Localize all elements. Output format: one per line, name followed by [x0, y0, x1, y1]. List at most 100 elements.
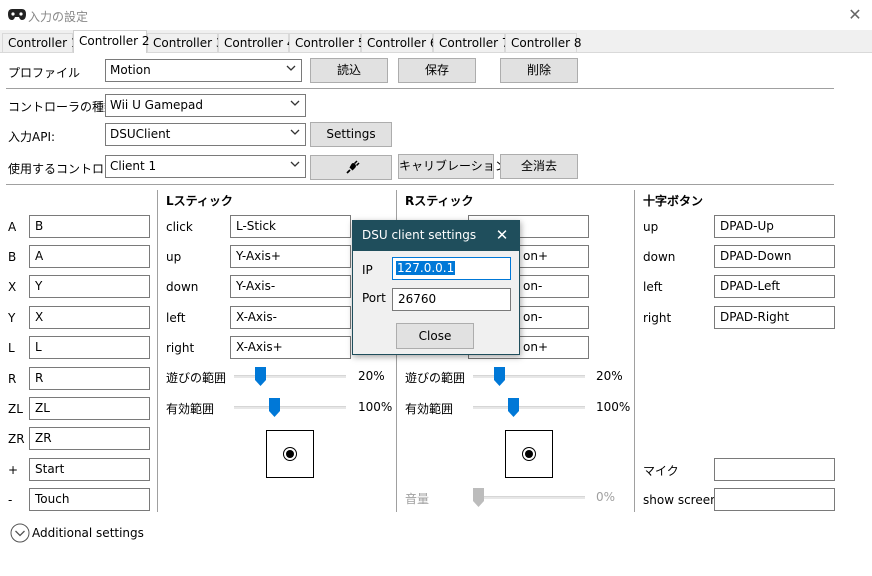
lstick-range-slider[interactable] [234, 398, 346, 417]
slider-thumb[interactable] [269, 398, 280, 417]
chevron-down-icon [290, 100, 300, 106]
rstick-range-value: 100% [596, 400, 631, 414]
ip-input[interactable]: 127.0.0.1 [392, 257, 511, 280]
stick-position-dot [286, 450, 294, 458]
lstick-mapping-field[interactable]: Y-Axis- [230, 275, 351, 298]
additional-settings-label[interactable]: Additional settings [32, 526, 144, 540]
lstick-deadzone-value: 20% [358, 369, 385, 383]
api-settings-button[interactable]: Settings [310, 122, 392, 147]
tab-controller-4[interactable]: Controller 4 [218, 33, 294, 52]
gamepad-icon [8, 9, 26, 20]
tab-controller-1[interactable]: Controller 1 [2, 33, 78, 52]
rstick-range-label: 有効範囲 [405, 402, 454, 416]
chevron-down-icon [290, 129, 300, 135]
dpad-mapping-field[interactable]: DPAD-Down [714, 245, 835, 268]
lstick-mapping-field[interactable]: Y-Axis+ [230, 245, 351, 268]
button-key-label: X [8, 280, 17, 294]
load-profile-button[interactable]: 読込 [310, 58, 388, 83]
clear-all-button[interactable]: 全消去 [500, 154, 578, 179]
button-mapping-field[interactable]: ZR [29, 427, 150, 450]
api-select[interactable]: DSUClient [105, 123, 306, 146]
button-mapping-field[interactable]: Y [29, 275, 150, 298]
button-key-label: A [8, 220, 17, 234]
port-input[interactable]: 26760 [392, 288, 511, 311]
dpad-key-label: right [643, 311, 672, 325]
button-mapping-field[interactable]: L [29, 336, 150, 359]
dpad-mapping-field[interactable]: DPAD-Right [714, 306, 835, 329]
button-key-label: ZR [8, 432, 25, 446]
chevron-down-icon [290, 161, 300, 167]
volume-slider[interactable] [473, 488, 585, 507]
divider [157, 190, 158, 512]
title-bar: 入力の設定 ✕ [0, 0, 872, 30]
button-key-label: R [8, 372, 17, 386]
divider [6, 88, 834, 89]
rstick-deadzone-preview [505, 430, 553, 478]
tab-controller-7[interactable]: Controller 7 [433, 33, 509, 52]
button-key-label: ZL [8, 402, 23, 416]
button-mapping-field[interactable]: ZL [29, 397, 150, 420]
tab-controller-3[interactable]: Controller 3 [147, 33, 223, 52]
button-key-label: Y [8, 311, 16, 325]
show-screen-label: show screen [643, 493, 718, 507]
dpad-key-label: up [643, 220, 659, 234]
dialog-close-button[interactable]: Close [396, 323, 474, 349]
stick-position-dot [525, 450, 533, 458]
window-close-icon[interactable]: ✕ [844, 5, 866, 25]
dpad-key-label: down [643, 250, 676, 264]
dialog-close-icon[interactable]: ✕ [494, 227, 510, 243]
lstick-key-label: click [166, 220, 193, 234]
delete-profile-button[interactable]: 削除 [500, 58, 578, 83]
slider-thumb[interactable] [508, 398, 519, 417]
slider-thumb[interactable] [473, 488, 484, 507]
button-key-label: - [8, 493, 13, 507]
tab-controller-5[interactable]: Controller 5 [289, 33, 365, 52]
lstick-deadzone-preview [266, 430, 314, 478]
rstick-deadzone-value: 20% [596, 369, 623, 383]
button-mapping-field[interactable]: Start [29, 458, 150, 481]
plug-icon [346, 160, 360, 174]
lstick-mapping-field[interactable]: L-Stick [230, 215, 351, 238]
dpad-mapping-field[interactable]: DPAD-Up [714, 215, 835, 238]
calibration-button[interactable]: キャリブレーション [398, 154, 507, 179]
controller-type-value: Wii U Gamepad [110, 98, 203, 112]
save-profile-button[interactable]: 保存 [398, 58, 476, 83]
controller-type-label: コントローラの種類 [8, 100, 117, 114]
lstick-mapping-field[interactable]: X-Axis- [230, 306, 351, 329]
show-screen-mapping-field[interactable] [714, 488, 835, 511]
controller-tabs: Controller 1 Controller 2 Controller 3 C… [0, 30, 872, 53]
tab-controller-8[interactable]: Controller 8 [505, 33, 581, 52]
chevron-down-icon [286, 65, 296, 71]
chevron-down-circle-icon[interactable] [10, 523, 30, 543]
mic-mapping-field[interactable] [714, 458, 835, 481]
slider-thumb[interactable] [494, 367, 505, 386]
slider-thumb[interactable] [255, 367, 266, 386]
controller-type-select[interactable]: Wii U Gamepad [105, 94, 306, 117]
api-value: DSUClient [110, 127, 171, 141]
button-mapping-field[interactable]: A [29, 245, 150, 268]
divider [634, 190, 635, 512]
lstick-mapping-field[interactable]: X-Axis+ [230, 336, 351, 359]
connect-button[interactable] [310, 155, 392, 180]
port-label: Port [362, 291, 386, 305]
dpad-mapping-field[interactable]: DPAD-Left [714, 275, 835, 298]
window-title: 入力の設定 [28, 10, 89, 24]
button-mapping-field[interactable]: X [29, 306, 150, 329]
button-mapping-field[interactable]: R [29, 367, 150, 390]
use-controller-select[interactable]: Client 1 [105, 155, 306, 178]
tab-controller-2[interactable]: Controller 2 [73, 30, 149, 53]
rstick-range-slider[interactable] [473, 398, 585, 417]
lstick-title: Lスティック [166, 194, 233, 208]
button-mapping-field[interactable]: B [29, 215, 150, 238]
tab-controller-6[interactable]: Controller 6 [361, 33, 437, 52]
button-key-label: L [8, 341, 15, 355]
volume-value: 0% [596, 490, 616, 504]
button-mapping-field[interactable]: Touch [29, 488, 150, 511]
lstick-deadzone-slider[interactable] [234, 367, 346, 386]
lstick-key-label: right [166, 341, 195, 355]
profile-select[interactable]: Motion [105, 59, 302, 82]
volume-label: 音量 [405, 492, 430, 506]
button-key-label: B [8, 250, 17, 264]
rstick-deadzone-slider[interactable] [473, 367, 585, 386]
profile-label: プロファイル [8, 66, 81, 80]
